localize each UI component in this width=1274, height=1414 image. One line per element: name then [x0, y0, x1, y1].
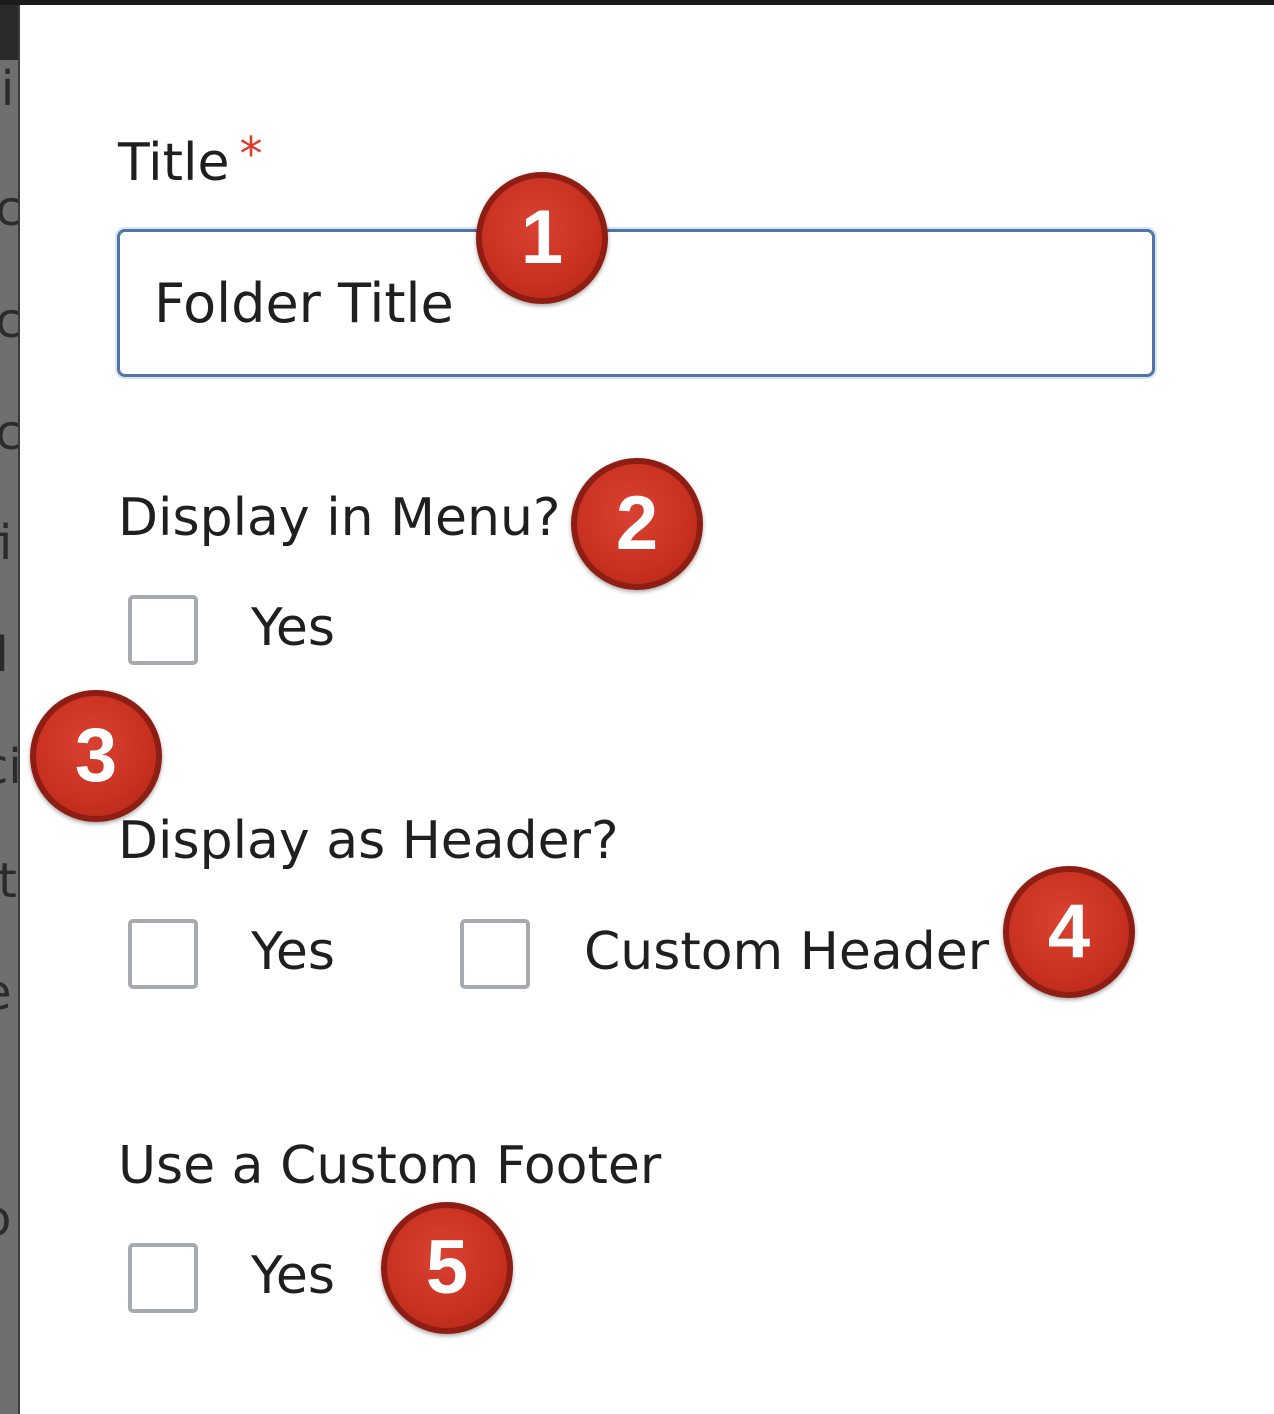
- display-in-menu-label: Display in Menu?: [118, 488, 561, 548]
- callout-badge-1: 1: [476, 172, 608, 304]
- background-text-fragment: e: [0, 969, 20, 1017]
- display-as-header-label: Display as Header?: [118, 811, 619, 871]
- background-page-overlay: ti ic ic ic fi il ci ft e o: [0, 5, 20, 1414]
- callout-badge-4: 4: [1003, 866, 1135, 998]
- custom-footer-yes-label[interactable]: Yes: [251, 1250, 335, 1302]
- callout-badge-3: 3: [30, 690, 162, 822]
- folder-settings-panel: [20, 5, 1274, 1414]
- display-as-header-yes-checkbox[interactable]: [128, 919, 198, 989]
- callout-badge-2: 2: [571, 458, 703, 590]
- custom-header-label[interactable]: Custom Header: [584, 926, 989, 978]
- background-text-fragment: fi: [0, 515, 13, 571]
- title-input[interactable]: [117, 229, 1155, 377]
- title-field-label: Title *: [118, 131, 262, 189]
- custom-footer-label: Use a Custom Footer: [118, 1136, 662, 1196]
- background-text-fragment: ic: [0, 181, 20, 237]
- custom-header-checkbox[interactable]: [460, 919, 530, 989]
- display-as-header-yes-label[interactable]: Yes: [251, 926, 335, 978]
- custom-footer-yes-checkbox[interactable]: [128, 1243, 198, 1313]
- background-text-fragment: o: [0, 1195, 20, 1243]
- required-asterisk-icon: *: [239, 127, 263, 181]
- background-text-fragment: ti: [0, 61, 15, 117]
- background-header-fragment: [0, 5, 20, 60]
- background-text-fragment: il: [0, 627, 9, 683]
- display-in-menu-yes-label[interactable]: Yes: [251, 602, 335, 654]
- callout-badge-5: 5: [381, 1202, 513, 1334]
- background-text-fragment: ci: [0, 739, 20, 795]
- display-in-menu-yes-checkbox[interactable]: [128, 595, 198, 665]
- title-label-text: Title: [118, 133, 230, 193]
- background-text-fragment: ic: [0, 405, 20, 461]
- background-text-fragment: ft: [0, 853, 17, 909]
- background-text-fragment: ic: [0, 293, 20, 349]
